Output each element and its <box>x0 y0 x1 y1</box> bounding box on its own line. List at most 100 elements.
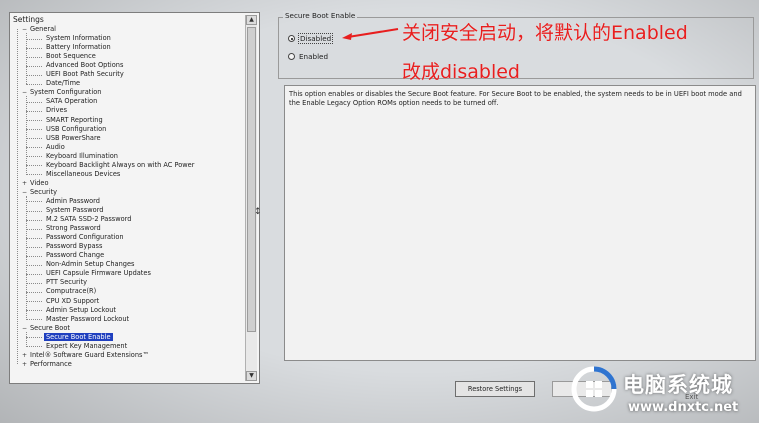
tree-item[interactable]: Date/Time <box>44 79 82 88</box>
tree-item[interactable]: System Password <box>44 206 105 215</box>
tree-item[interactable]: Battery Information <box>44 43 113 52</box>
scroll-down-icon[interactable]: ▼ <box>246 371 257 381</box>
tree-connector <box>26 264 42 266</box>
tree-item[interactable]: Password Change <box>44 251 106 260</box>
tree-item-label: M.2 SATA SSD-2 Password <box>46 215 132 224</box>
scroll-thumb[interactable] <box>247 27 256 332</box>
watermark-logo-icon <box>571 366 617 412</box>
radio-enabled[interactable]: Enabled <box>288 52 328 61</box>
tree-item[interactable]: + Intel® Software Guard Extensions™ <box>22 351 151 360</box>
tree-connector <box>26 255 42 257</box>
tree-item-label: Master Password Lockout <box>46 314 130 323</box>
tree-item-label: PTT Security <box>46 278 88 287</box>
tree-item[interactable]: SATA Operation <box>44 97 99 106</box>
tree-item[interactable]: Boot Sequence <box>44 52 98 61</box>
tree-item[interactable]: Computrace(R) <box>44 287 98 296</box>
restore-settings-button[interactable]: Restore Settings <box>455 381 535 397</box>
tree-connector <box>26 110 42 112</box>
tree-connector <box>26 165 42 167</box>
tree-item-label: SATA Operation <box>46 97 98 106</box>
scroll-up-icon[interactable]: ▲ <box>246 15 257 25</box>
settings-tree-panel: Settings − General System Information Batte… <box>9 12 260 384</box>
description-box: This option enables or disables the Secu… <box>284 85 756 361</box>
tree-item-label: Battery Information <box>46 43 111 52</box>
annotation-arrow-icon <box>342 28 399 40</box>
tree-connector <box>26 129 42 131</box>
tree-connector <box>26 101 42 103</box>
tree-item-label: Keyboard Illumination <box>46 151 118 160</box>
tree-connector <box>26 337 42 339</box>
tree-item[interactable]: CPU XD Support <box>44 297 101 306</box>
annotation-line-2: 改成disabled <box>402 61 520 83</box>
annotation-line-1: 关闭安全启动，将默认的Enabled <box>402 22 688 44</box>
tree-item[interactable]: Expert Key Management <box>44 342 129 351</box>
tree-item[interactable]: Admin Password <box>44 197 102 206</box>
tree-item-label: UEFI Capsule Firmware Updates <box>46 269 151 278</box>
option-group-title: Secure Boot Enable <box>283 11 358 20</box>
settings-tree: − General System Information Battery Inform… <box>14 25 243 379</box>
tree-scrollbar[interactable]: ▲ ▼ <box>245 15 257 381</box>
tree-item[interactable]: Drives <box>44 106 69 115</box>
radio-enabled-label: Enabled <box>299 52 329 61</box>
tree-item[interactable]: PTT Security <box>44 278 89 287</box>
tree-item-label: Admin Password <box>46 196 100 205</box>
radio-selected-icon <box>288 35 295 42</box>
tree-connector <box>26 237 42 239</box>
tree-connector <box>26 174 42 176</box>
tree-item[interactable]: USB PowerShare <box>44 134 103 143</box>
tree-connector <box>26 201 42 203</box>
tree-connector <box>26 228 42 230</box>
tree-connector <box>26 273 42 275</box>
tree-connector <box>26 47 42 49</box>
watermark-title: 电脑系统城 <box>623 373 733 397</box>
tree-item[interactable]: + Performance <box>22 360 74 369</box>
tree-item[interactable]: Keyboard Illumination <box>44 152 120 161</box>
tree-item-label: Secure Boot <box>30 323 70 332</box>
tree-item-label: System Configuration <box>30 88 102 97</box>
tree-header: Settings <box>13 15 44 24</box>
tree-item-label: Password Bypass <box>46 242 103 251</box>
tree-connector <box>26 301 42 302</box>
tree-guide-branch <box>26 331 27 347</box>
tree-item[interactable]: − Security <box>22 188 59 197</box>
tree-item[interactable]: + Video <box>22 179 50 188</box>
tree-item[interactable]: USB Configuration <box>44 125 108 134</box>
tree-item[interactable]: Admin Setup Lockout <box>44 306 118 315</box>
tree-item[interactable]: UEFI Capsule Firmware Updates <box>44 269 153 278</box>
tree-item-label: Strong Password <box>46 224 101 233</box>
tree-item[interactable]: System Information <box>44 34 113 43</box>
tree-connector <box>26 138 42 140</box>
tree-item[interactable]: − System Configuration <box>22 88 103 97</box>
tree-item[interactable]: Master Password Lockout <box>44 315 131 324</box>
tree-item-label: Security <box>30 187 58 196</box>
tree-item[interactable]: Password Configuration <box>44 233 126 242</box>
radio-disabled[interactable]: Disabled <box>288 33 334 44</box>
watermark-url: www.dnxtc.net <box>628 400 739 415</box>
tree-connector <box>26 156 42 158</box>
tree-item-label: Date/Time <box>46 79 81 88</box>
tree-item-label: General <box>30 25 56 33</box>
tree-item[interactable]: Strong Password <box>44 224 103 233</box>
tree-item-label: Video <box>30 178 49 187</box>
tree-item-label: Non-Admin Setup Changes <box>46 260 135 269</box>
tree-item-label: Secure Boot Enable <box>44 332 113 341</box>
tree-item-label: Miscellaneous Devices <box>46 169 121 178</box>
tree-item-selected[interactable]: Secure Boot Enable <box>44 332 113 342</box>
tree-item[interactable]: − Secure Boot <box>22 324 72 333</box>
tree-connector <box>26 246 42 248</box>
tree-guide-branch <box>26 96 27 175</box>
tree-item[interactable]: Miscellaneous Devices <box>44 170 122 179</box>
tree-guide-branch <box>26 33 27 85</box>
tree-item[interactable]: − General <box>22 25 58 34</box>
tree-item[interactable]: SMART Reporting <box>44 116 105 125</box>
tree-item[interactable]: Advanced Boot Options <box>44 61 125 70</box>
tree-item[interactable]: M.2 SATA SSD-2 Password <box>44 215 133 224</box>
tree-item[interactable]: Audio <box>44 143 67 152</box>
tree-item[interactable]: UEFI Boot Path Security <box>44 70 126 79</box>
tree-item[interactable]: Password Bypass <box>44 242 104 251</box>
tree-connector <box>26 147 42 149</box>
tree-item[interactable]: Non-Admin Setup Changes <box>44 260 136 269</box>
mouse-cursor-icon: ↕ <box>254 207 262 217</box>
tree-item[interactable]: Keyboard Backlight Always on with AC Pow… <box>44 161 196 170</box>
tree-connector <box>26 38 42 40</box>
